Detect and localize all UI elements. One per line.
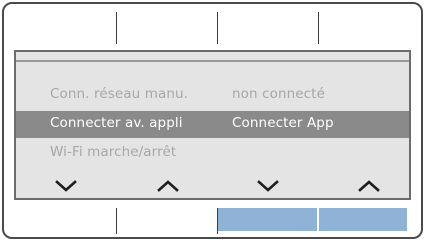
menu-row-value: non connecté	[232, 86, 325, 102]
top-key-divider-1	[116, 12, 117, 44]
menu-row-value: Connecter App	[232, 115, 334, 131]
menu-row-wifi-toggle[interactable]: Wi-Fi marche/arrêt	[16, 140, 409, 167]
top-key-divider-3	[318, 12, 319, 44]
softkey-4-active[interactable]	[319, 208, 407, 231]
chevron-up-icon[interactable]	[358, 179, 380, 193]
menu-row-label: Conn. réseau manu.	[50, 86, 189, 102]
display-screen: Conn. réseau manu. non connecté Connecte…	[14, 50, 411, 200]
menu-row-label: Wi-Fi marche/arrêt	[50, 144, 177, 160]
screen-top-rule	[16, 60, 409, 62]
bottom-key-divider-1	[116, 208, 117, 234]
softkey-3-active[interactable]	[218, 208, 317, 231]
menu-row-connect-app[interactable]: Connecter av. appli Connecter App	[16, 111, 409, 138]
chevron-up-icon[interactable]	[157, 179, 179, 193]
device-panel: Conn. réseau manu. non connecté Connecte…	[2, 2, 423, 239]
bottom-key-divider-3	[318, 208, 319, 234]
menu-row-manual-network[interactable]: Conn. réseau manu. non connecté	[16, 82, 409, 109]
chevron-down-icon[interactable]	[55, 179, 77, 193]
menu-row-label: Connecter av. appli	[50, 115, 183, 131]
top-key-divider-2	[217, 12, 218, 44]
chevron-down-icon[interactable]	[257, 179, 279, 193]
